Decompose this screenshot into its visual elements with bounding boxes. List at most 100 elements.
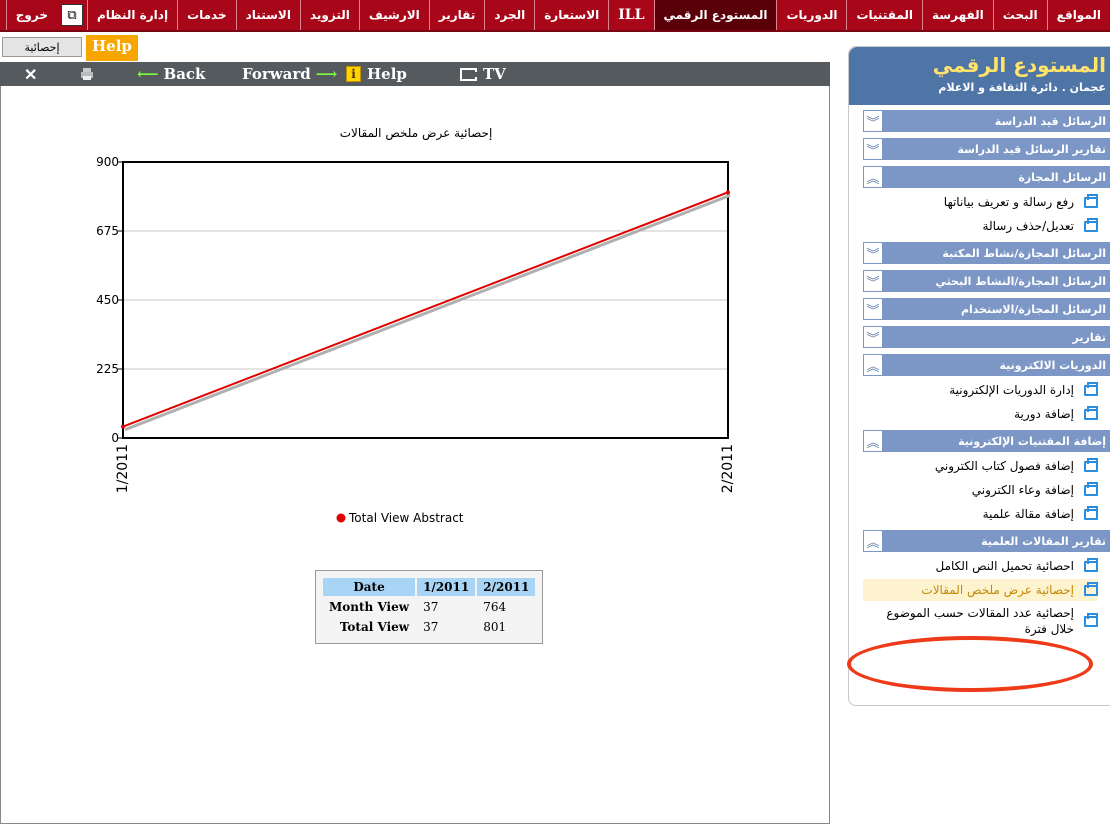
sidebar-item[interactable]: إضافة دورية [863, 403, 1098, 425]
sidebar-group-label[interactable]: الرسائل المجازة/الاستخدام [883, 298, 1110, 320]
x-tick-label: 2/2011 [720, 444, 736, 493]
sidebar-item[interactable]: احصائية تحميل النص الكامل [863, 555, 1098, 577]
nav-item[interactable]: الارشيف [358, 0, 429, 30]
sidebar-group[interactable]: الرسائل المجازة/نشاط المكتبة ︾ [861, 241, 1110, 265]
nav-item[interactable]: الدوريات [776, 0, 846, 30]
sidebar-item[interactable]: رفع رسالة و تعريف بياناتها [863, 191, 1098, 213]
sidebar-subtitle: عجمان . دائرة الثقافة و الاعلام [938, 81, 1106, 94]
folder-icon [1084, 193, 1098, 208]
expand-chevron-icon[interactable]: ︾ [863, 326, 883, 348]
y-tick-label: 0 [111, 431, 119, 445]
sidebar-item-label: رفع رسالة و تعريف بياناتها [943, 195, 1074, 209]
sidebar-group[interactable]: الرسائل المجازة ︽ [861, 165, 1110, 189]
back-button[interactable]: ⟵ Back [132, 64, 205, 84]
sidebar-group[interactable]: الرسائل المجازة/النشاط البحثي ︾ [861, 269, 1110, 293]
x-tick-label: 1/2011 [115, 444, 131, 493]
table-row: Total View 37 801 [323, 618, 536, 636]
table-cell: 37 [417, 598, 476, 616]
table-header-month-1: 1/2011 [417, 578, 476, 596]
tab-statistics[interactable]: إحصائية [2, 37, 82, 57]
expand-chevron-icon[interactable]: ︾ [863, 270, 883, 292]
sidebar-item[interactable]: إضافة وعاء الكتروني [863, 479, 1098, 501]
nav-item[interactable]: خروج [5, 0, 57, 30]
sidebar-group-label[interactable]: الرسائل قيد الدراسة [883, 110, 1110, 132]
y-tick-label: 225 [96, 362, 119, 376]
data-point [121, 424, 125, 429]
sidebar-item[interactable]: إدارة الدوريات الإلكترونية [863, 379, 1098, 401]
sidebar-group-label[interactable]: الرسائل المجازة/نشاط المكتبة [883, 242, 1110, 264]
expand-chevron-icon[interactable]: ︾ [863, 110, 883, 132]
line-chart: 0 225 450 675 900 1/2011 2/2011 Total View Abst… [96, 155, 736, 525]
sidebar-title: المستودع الرقمي [932, 53, 1106, 77]
sidebar-group-label[interactable]: الدوريات الالكترونية [883, 354, 1110, 376]
sidebar-item[interactable]: إحصائية عرض ملخص المقالات [863, 579, 1098, 601]
row-label: Month View [323, 598, 416, 616]
collapse-chevron-icon[interactable]: ︽ [863, 166, 883, 188]
nav-item[interactable]: البحث [992, 0, 1047, 30]
expand-chevron-icon[interactable]: ︾ [863, 138, 883, 160]
nav-item[interactable]: ILL [608, 0, 653, 30]
nav-item[interactable]: خدمات [177, 0, 236, 30]
help-button[interactable]: i Help [346, 64, 407, 84]
toolbar: ✕ ⟵ Back Forward ⟶ i Help TV [0, 62, 830, 86]
tab-help[interactable]: Help [86, 35, 138, 61]
sidebar-group[interactable]: الرسائل قيد الدراسة ︾ [861, 109, 1110, 133]
nav-item[interactable]: الاستعارة [534, 0, 608, 30]
table-cell: 801 [477, 618, 536, 636]
sidebar-group[interactable]: الدوريات الالكترونية ︽ [861, 353, 1110, 377]
nav-item[interactable]: الاستناد [235, 0, 300, 30]
sidebar-group[interactable]: الرسائل المجازة/الاستخدام ︾ [861, 297, 1110, 321]
nav-item[interactable]: إدارة النظام [87, 0, 177, 30]
sidebar-group-label[interactable]: تقارير المقالات العلمية [883, 530, 1110, 552]
help-label: Help [367, 65, 407, 83]
tv-button[interactable]: TV [460, 64, 506, 84]
sidebar-item[interactable]: تعديل/حذف رسالة [863, 215, 1098, 237]
expand-chevron-icon[interactable]: ︾ [863, 298, 883, 320]
sidebar-group[interactable]: تقارير المقالات العلمية ︽ [861, 529, 1110, 553]
tv-label: TV [483, 65, 506, 83]
statistics-table: Date 1/2011 2/2011 Month View 37 764 Tot… [315, 570, 544, 644]
collapse-chevron-icon[interactable]: ︽ [863, 430, 883, 452]
series-line [122, 191, 729, 428]
sidebar-item-label: احصائية تحميل النص الكامل [935, 559, 1075, 573]
nav-item[interactable]: التزويد [299, 0, 359, 30]
y-tick-label: 900 [96, 155, 119, 169]
print-icon[interactable] [80, 64, 94, 84]
folder-icon [1084, 557, 1098, 572]
collapse-chevron-icon[interactable]: ︽ [863, 354, 883, 376]
close-icon[interactable]: ✕ [24, 64, 37, 84]
collapse-chevron-icon[interactable]: ︽ [863, 530, 883, 552]
folder-icon [1084, 457, 1098, 472]
nav-item[interactable]: تقارير [428, 0, 485, 30]
folder-icon [1084, 381, 1098, 396]
sidebar-group[interactable]: تقارير ︾ [861, 325, 1110, 349]
arrow-right-icon: ⟶ [315, 65, 338, 83]
sidebar-item[interactable]: إحصائية عدد المقالات حسب الموضوع خلال فت… [863, 603, 1098, 639]
sidebar-group[interactable]: إضافة المقتنيات الإلكترونية ︽ [861, 429, 1110, 453]
nav-item[interactable]: المواقع [1046, 0, 1110, 30]
sidebar-header: المستودع الرقمي عجمان . دائرة الثقافة و … [849, 47, 1110, 105]
folder-icon [1084, 405, 1098, 420]
table-header-row: Date 1/2011 2/2011 [323, 578, 536, 596]
printer-icon-glyph [81, 68, 93, 80]
nav-item[interactable]: الجرد [484, 0, 534, 30]
sidebar-group[interactable]: تقارير الرسائل قيد الدراسة ︾ [861, 137, 1110, 161]
table-header-date: Date [323, 578, 416, 596]
sidebar-group-label[interactable]: تقارير الرسائل قيد الدراسة [883, 138, 1110, 160]
legend-label: Total View Abstract [348, 511, 464, 525]
folder-icon [1084, 481, 1098, 496]
sidebar-item[interactable]: إضافة مقالة علمية [863, 503, 1098, 525]
nav-item[interactable]: المستودع الرقمي [653, 0, 777, 30]
external-window-icon[interactable]: ⧉ [61, 4, 83, 26]
sidebar-group-label[interactable]: الرسائل المجازة/النشاط البحثي [883, 270, 1110, 292]
nav-item[interactable]: الفهرسة [922, 0, 993, 30]
forward-button[interactable]: Forward ⟶ [242, 64, 342, 84]
sidebar-group-label[interactable]: الرسائل المجازة [883, 166, 1110, 188]
sidebar-group-label[interactable]: تقارير [883, 326, 1110, 348]
nav-item[interactable]: المقتنيات [846, 0, 922, 30]
tv-icon [460, 67, 477, 81]
expand-chevron-icon[interactable]: ︾ [863, 242, 883, 264]
sidebar-item[interactable]: إضافة فصول كتاب الكتروني [863, 455, 1098, 477]
sidebar-group-label[interactable]: إضافة المقتنيات الإلكترونية [883, 430, 1110, 452]
table-cell: 37 [417, 618, 476, 636]
